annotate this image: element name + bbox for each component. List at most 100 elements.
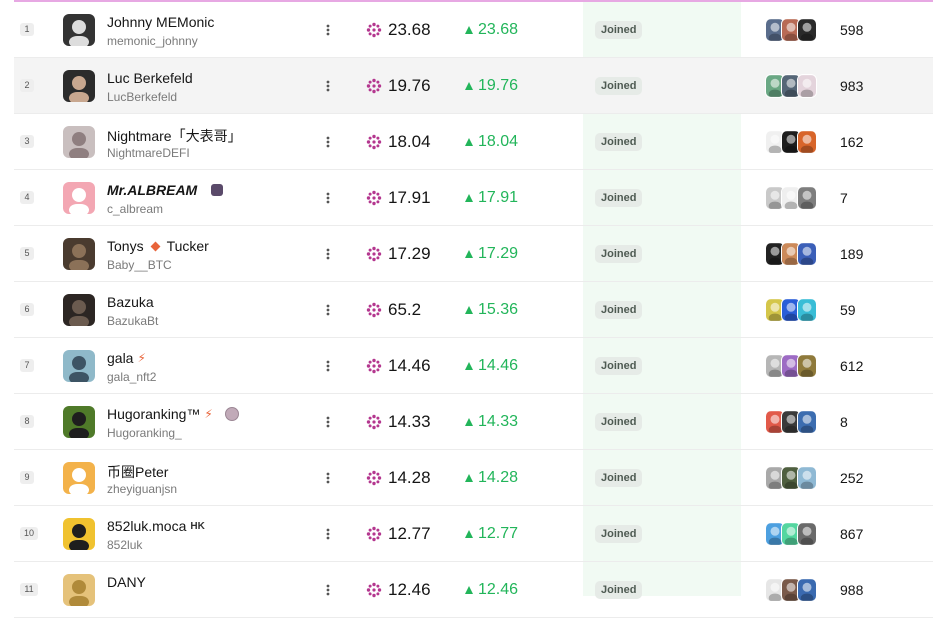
name-suffix: Tucker <box>166 238 209 254</box>
user-name[interactable]: Johnny MEMonic <box>107 14 214 30</box>
table-row-1[interactable]: 1 Johnny MEMonic memonic_johnny 23.68 23… <box>14 2 933 58</box>
table-row-10[interactable]: 10 852luk.moca HK 852luk 12.77 12.77 Joi… <box>14 506 933 562</box>
table-row-7[interactable]: 7 gala ⚡ gala_nft2 14.46 14.46 Joined 61… <box>14 338 933 394</box>
score-value: 23.68 <box>388 20 431 39</box>
user-name[interactable]: Hugoranking™ ⚡ <box>107 406 239 422</box>
score-change: 14.33 <box>465 413 518 431</box>
table-row-2[interactable]: 2 Luc Berkefeld LucBerkefeld 19.76 19.76… <box>14 58 933 114</box>
kebab-icon[interactable] <box>325 526 331 542</box>
avatar[interactable] <box>63 462 95 494</box>
status-badge: Joined <box>595 301 643 319</box>
follower-avatars[interactable] <box>765 410 817 434</box>
rank-badge: 2 <box>20 79 34 92</box>
user-handle: 852luk <box>107 538 143 552</box>
follower-avatars[interactable] <box>765 130 817 154</box>
follower-avatar <box>797 18 817 42</box>
table-row-5[interactable]: 5 Tonys Tucker Baby__BTC 17.29 17.29 Joi… <box>14 226 933 282</box>
follower-avatars[interactable] <box>765 74 817 98</box>
follower-avatars[interactable] <box>765 18 817 42</box>
follower-avatar <box>797 354 817 378</box>
kebab-icon[interactable] <box>325 78 331 94</box>
user-name[interactable]: Tonys Tucker <box>107 238 209 254</box>
user-name[interactable]: DANY <box>107 574 146 590</box>
follower-avatars[interactable] <box>765 186 817 210</box>
score-change: 14.46 <box>465 357 518 375</box>
up-triangle-icon <box>465 586 473 594</box>
avatar[interactable] <box>63 350 95 382</box>
table-row-9[interactable]: 9 币圈Peter zheyiguanjsn 14.28 14.28 Joine… <box>14 450 933 506</box>
avatar[interactable] <box>63 126 95 158</box>
change-value: 17.29 <box>478 245 519 262</box>
flower-icon <box>366 134 382 150</box>
user-name-text: gala <box>107 350 134 366</box>
score-value: 65.2 <box>388 300 422 319</box>
follower-avatar <box>797 242 817 266</box>
follower-avatar <box>797 186 817 210</box>
follower-count: 8 <box>840 414 848 430</box>
avatar[interactable] <box>63 294 95 326</box>
avatar[interactable] <box>63 406 95 438</box>
score-value: 12.46 <box>388 580 431 599</box>
avatar[interactable] <box>63 518 95 550</box>
score: 17.29 <box>366 244 431 264</box>
flower-icon <box>366 22 382 38</box>
score: 14.28 <box>366 468 431 488</box>
flower-icon <box>366 526 382 542</box>
table-row-6[interactable]: 6 Bazuka BazukaBt 65.2 15.36 Joined 59 <box>14 282 933 338</box>
avatar[interactable] <box>63 70 95 102</box>
table-row-4[interactable]: 4 Mr.ALBREAM c_albream 17.91 17.91 Joine… <box>14 170 933 226</box>
user-name-text: Tonys <box>107 238 144 254</box>
user-handle: c_albream <box>107 202 164 216</box>
score-value: 19.76 <box>388 76 431 95</box>
rank-badge: 6 <box>20 303 34 316</box>
follower-avatars[interactable] <box>765 242 817 266</box>
flower-icon <box>366 414 382 430</box>
rank-badge: 8 <box>20 415 34 428</box>
score: 17.91 <box>366 188 431 208</box>
kebab-icon[interactable] <box>325 134 331 150</box>
kebab-icon[interactable] <box>325 190 331 206</box>
user-name[interactable]: Nightmare「大表哥」 <box>107 126 242 146</box>
user-name[interactable]: Bazuka <box>107 294 154 310</box>
avatar[interactable] <box>63 574 95 606</box>
table-row-3[interactable]: 3 Nightmare「大表哥」 NightmareDEFI 18.04 18.… <box>14 114 933 170</box>
status-badge: Joined <box>595 357 643 375</box>
up-triangle-icon <box>465 138 473 146</box>
flower-icon <box>366 358 382 374</box>
kebab-icon[interactable] <box>325 414 331 430</box>
rank-badge: 10 <box>20 527 38 540</box>
user-name[interactable]: 币圈Peter <box>107 462 168 482</box>
follower-avatars[interactable] <box>765 298 817 322</box>
avatar[interactable] <box>63 238 95 270</box>
flower-icon <box>366 470 382 486</box>
rank-badge: 7 <box>20 359 34 372</box>
avatar[interactable] <box>63 14 95 46</box>
follower-avatars[interactable] <box>765 578 817 602</box>
kebab-icon[interactable] <box>325 470 331 486</box>
follower-count: 612 <box>840 358 864 374</box>
user-handle: memonic_johnny <box>107 34 198 48</box>
user-name[interactable]: gala ⚡ <box>107 350 146 366</box>
flower-icon <box>366 190 382 206</box>
score: 12.77 <box>366 524 431 544</box>
user-name-text: Luc Berkefeld <box>107 70 193 86</box>
up-triangle-icon <box>465 530 473 538</box>
kebab-icon[interactable] <box>325 358 331 374</box>
user-name[interactable]: Mr.ALBREAM <box>107 182 224 198</box>
user-name[interactable]: Luc Berkefeld <box>107 70 193 86</box>
up-triangle-icon <box>465 250 473 258</box>
user-name[interactable]: 852luk.moca HK <box>107 518 205 534</box>
table-row-8[interactable]: 8 Hugoranking™ ⚡ Hugoranking_ 14.33 14.3… <box>14 394 933 450</box>
follower-count: 598 <box>840 22 864 38</box>
kebab-icon[interactable] <box>325 246 331 262</box>
user-handle: NightmareDEFI <box>107 146 190 160</box>
kebab-icon[interactable] <box>325 22 331 38</box>
follower-avatars[interactable] <box>765 522 817 546</box>
table-row-11[interactable]: 11 DANY 12.46 12.46 Joined 988 <box>14 562 933 618</box>
kebab-icon[interactable] <box>325 302 331 318</box>
rank-badge: 11 <box>20 583 38 596</box>
follower-avatars[interactable] <box>765 466 817 490</box>
flower-icon <box>366 78 382 94</box>
avatar[interactable] <box>63 182 95 214</box>
follower-avatars[interactable] <box>765 354 817 378</box>
